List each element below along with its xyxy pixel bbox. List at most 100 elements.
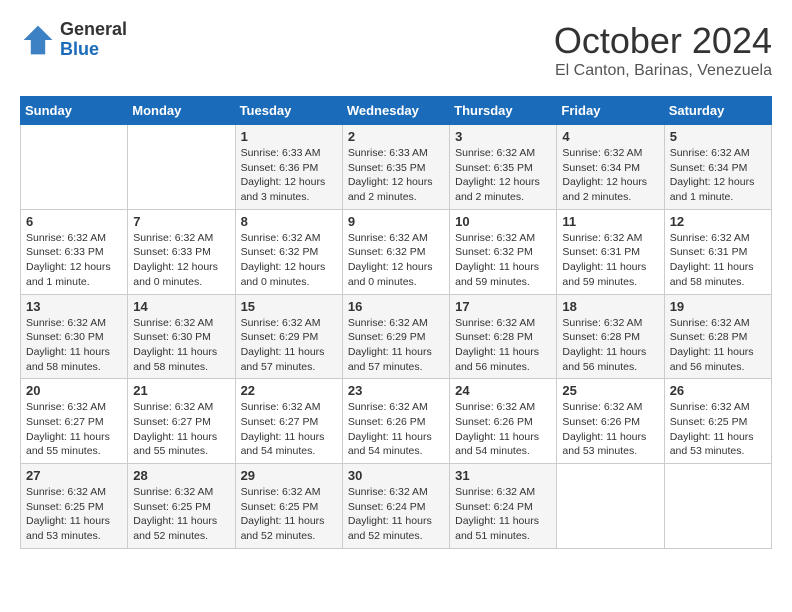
calendar-cell: 13Sunrise: 6:32 AM Sunset: 6:30 PM Dayli… [21, 294, 128, 379]
logo-general: General [60, 20, 127, 40]
day-number: 18 [562, 299, 658, 314]
day-info: Sunrise: 6:32 AM Sunset: 6:30 PM Dayligh… [26, 316, 122, 375]
day-info: Sunrise: 6:32 AM Sunset: 6:29 PM Dayligh… [241, 316, 337, 375]
month-title: October 2024 [554, 20, 772, 62]
logo: General Blue [20, 20, 127, 60]
calendar-cell: 17 Sunrise: 6:32 AM Sunset: 6:28 PM Dayli… [450, 294, 557, 379]
day-number: 28 [133, 468, 229, 483]
day-info: Sunrise: 6:32 AM Sunset: 6:31 PM Dayligh… [562, 231, 658, 290]
calendar-week-2: 6 Sunrise: 6:32 AM Sunset: 6:33 PM Daylig… [21, 209, 772, 294]
day-number: 23 [348, 383, 444, 398]
calendar-cell: 7Sunrise: 6:32 AM Sunset: 6:33 PM Daylig… [128, 209, 235, 294]
day-number: 15 [241, 299, 337, 314]
day-info: Sunrise: 6:32 AM Sunset: 6:29 PM Dayligh… [348, 316, 444, 375]
calendar-week-5: 27 Sunrise: 6:32 AM Sunset: 6:25 PM Dayli… [21, 464, 772, 549]
weekday-header-wednesday: Wednesday [342, 97, 449, 125]
day-info: Sunrise: 6:32 AM Sunset: 6:26 PM Dayligh… [455, 400, 551, 459]
calendar-header: SundayMondayTuesdayWednesdayThursdayFrid… [21, 97, 772, 125]
day-info: Sunrise: 6:32 AM Sunset: 6:27 PM Dayligh… [133, 400, 229, 459]
calendar-cell: 16 Sunrise: 6:32 AM Sunset: 6:29 PM Dayli… [342, 294, 449, 379]
day-info: Sunrise: 6:32 AM Sunset: 6:26 PM Dayligh… [562, 400, 658, 459]
title-block: October 2024 El Canton, Barinas, Venezue… [554, 20, 772, 80]
day-info: Sunrise: 6:32 AM Sunset: 6:24 PM Dayligh… [455, 485, 551, 544]
day-number: 22 [241, 383, 337, 398]
day-number: 25 [562, 383, 658, 398]
calendar-cell: 6 Sunrise: 6:32 AM Sunset: 6:33 PM Daylig… [21, 209, 128, 294]
day-info: Sunrise: 6:32 AM Sunset: 6:28 PM Dayligh… [562, 316, 658, 375]
weekday-header-saturday: Saturday [664, 97, 771, 125]
calendar-cell: 25 Sunrise: 6:32 AM Sunset: 6:26 PM Dayli… [557, 379, 664, 464]
calendar-cell: 30Sunrise: 6:32 AM Sunset: 6:24 PM Dayli… [342, 464, 449, 549]
weekday-header-sunday: Sunday [21, 97, 128, 125]
calendar-cell: 26 Sunrise: 6:32 AM Sunset: 6:25 PM Dayli… [664, 379, 771, 464]
day-info: Sunrise: 6:32 AM Sunset: 6:34 PM Dayligh… [670, 146, 766, 205]
calendar-cell: 10 Sunrise: 6:32 AM Sunset: 6:32 PM Dayli… [450, 209, 557, 294]
day-info: Sunrise: 6:33 AM Sunset: 6:36 PM Dayligh… [241, 146, 337, 205]
day-number: 20 [26, 383, 122, 398]
calendar-cell: 8 Sunrise: 6:32 AM Sunset: 6:32 PM Daylig… [235, 209, 342, 294]
day-info: Sunrise: 6:32 AM Sunset: 6:34 PM Dayligh… [562, 146, 658, 205]
day-number: 26 [670, 383, 766, 398]
calendar-cell: 31Sunrise: 6:32 AM Sunset: 6:24 PM Dayli… [450, 464, 557, 549]
day-number: 27 [26, 468, 122, 483]
calendar-body: 1 Sunrise: 6:33 AM Sunset: 6:36 PM Daylig… [21, 125, 772, 549]
day-info: Sunrise: 6:32 AM Sunset: 6:25 PM Dayligh… [670, 400, 766, 459]
day-info: Sunrise: 6:32 AM Sunset: 6:33 PM Dayligh… [26, 231, 122, 290]
day-number: 19 [670, 299, 766, 314]
calendar-cell: 27Sunrise: 6:32 AM Sunset: 6:25 PM Dayli… [21, 464, 128, 549]
day-number: 14 [133, 299, 229, 314]
calendar-cell [21, 125, 128, 210]
day-number: 16 [348, 299, 444, 314]
day-number: 2 [348, 129, 444, 144]
calendar-cell [664, 464, 771, 549]
day-number: 17 [455, 299, 551, 314]
day-number: 10 [455, 214, 551, 229]
logo-icon [20, 22, 56, 58]
calendar-week-1: 1 Sunrise: 6:33 AM Sunset: 6:36 PM Daylig… [21, 125, 772, 210]
calendar-cell: 24 Sunrise: 6:32 AM Sunset: 6:26 PM Dayli… [450, 379, 557, 464]
day-number: 24 [455, 383, 551, 398]
day-info: Sunrise: 6:32 AM Sunset: 6:25 PM Dayligh… [241, 485, 337, 544]
day-number: 6 [26, 214, 122, 229]
weekday-header-row: SundayMondayTuesdayWednesdayThursdayFrid… [21, 97, 772, 125]
calendar-cell: 19 Sunrise: 6:32 AM Sunset: 6:28 PM Dayli… [664, 294, 771, 379]
day-number: 9 [348, 214, 444, 229]
calendar-cell: 4Sunrise: 6:32 AM Sunset: 6:34 PM Daylig… [557, 125, 664, 210]
day-info: Sunrise: 6:32 AM Sunset: 6:26 PM Dayligh… [348, 400, 444, 459]
calendar-cell: 14Sunrise: 6:32 AM Sunset: 6:30 PM Dayli… [128, 294, 235, 379]
day-info: Sunrise: 6:32 AM Sunset: 6:27 PM Dayligh… [26, 400, 122, 459]
day-info: Sunrise: 6:32 AM Sunset: 6:28 PM Dayligh… [670, 316, 766, 375]
page-header: General Blue October 2024 El Canton, Bar… [20, 20, 772, 80]
day-info: Sunrise: 6:32 AM Sunset: 6:28 PM Dayligh… [455, 316, 551, 375]
day-info: Sunrise: 6:32 AM Sunset: 6:32 PM Dayligh… [348, 231, 444, 290]
calendar-cell: 12Sunrise: 6:32 AM Sunset: 6:31 PM Dayli… [664, 209, 771, 294]
weekday-header-tuesday: Tuesday [235, 97, 342, 125]
day-info: Sunrise: 6:32 AM Sunset: 6:32 PM Dayligh… [241, 231, 337, 290]
location: El Canton, Barinas, Venezuela [554, 62, 772, 80]
calendar-cell: 28Sunrise: 6:32 AM Sunset: 6:25 PM Dayli… [128, 464, 235, 549]
calendar-cell: 11 Sunrise: 6:32 AM Sunset: 6:31 PM Dayli… [557, 209, 664, 294]
day-info: Sunrise: 6:32 AM Sunset: 6:24 PM Dayligh… [348, 485, 444, 544]
calendar-table: SundayMondayTuesdayWednesdayThursdayFrid… [20, 96, 772, 549]
day-number: 5 [670, 129, 766, 144]
day-number: 29 [241, 468, 337, 483]
day-number: 12 [670, 214, 766, 229]
logo-blue: Blue [60, 40, 127, 60]
calendar-cell: 18 Sunrise: 6:32 AM Sunset: 6:28 PM Dayli… [557, 294, 664, 379]
calendar-week-4: 20 Sunrise: 6:32 AM Sunset: 6:27 PM Dayli… [21, 379, 772, 464]
day-number: 11 [562, 214, 658, 229]
calendar-cell: 3Sunrise: 6:32 AM Sunset: 6:35 PM Daylig… [450, 125, 557, 210]
weekday-header-friday: Friday [557, 97, 664, 125]
day-info: Sunrise: 6:33 AM Sunset: 6:35 PM Dayligh… [348, 146, 444, 205]
calendar-cell: 22Sunrise: 6:32 AM Sunset: 6:27 PM Dayli… [235, 379, 342, 464]
weekday-header-monday: Monday [128, 97, 235, 125]
day-info: Sunrise: 6:32 AM Sunset: 6:33 PM Dayligh… [133, 231, 229, 290]
logo-text: General Blue [60, 20, 127, 60]
calendar-cell: 2 Sunrise: 6:33 AM Sunset: 6:35 PM Daylig… [342, 125, 449, 210]
day-number: 3 [455, 129, 551, 144]
day-number: 1 [241, 129, 337, 144]
calendar-cell: 23 Sunrise: 6:32 AM Sunset: 6:26 PM Dayli… [342, 379, 449, 464]
calendar-cell [128, 125, 235, 210]
day-number: 8 [241, 214, 337, 229]
day-info: Sunrise: 6:32 AM Sunset: 6:32 PM Dayligh… [455, 231, 551, 290]
